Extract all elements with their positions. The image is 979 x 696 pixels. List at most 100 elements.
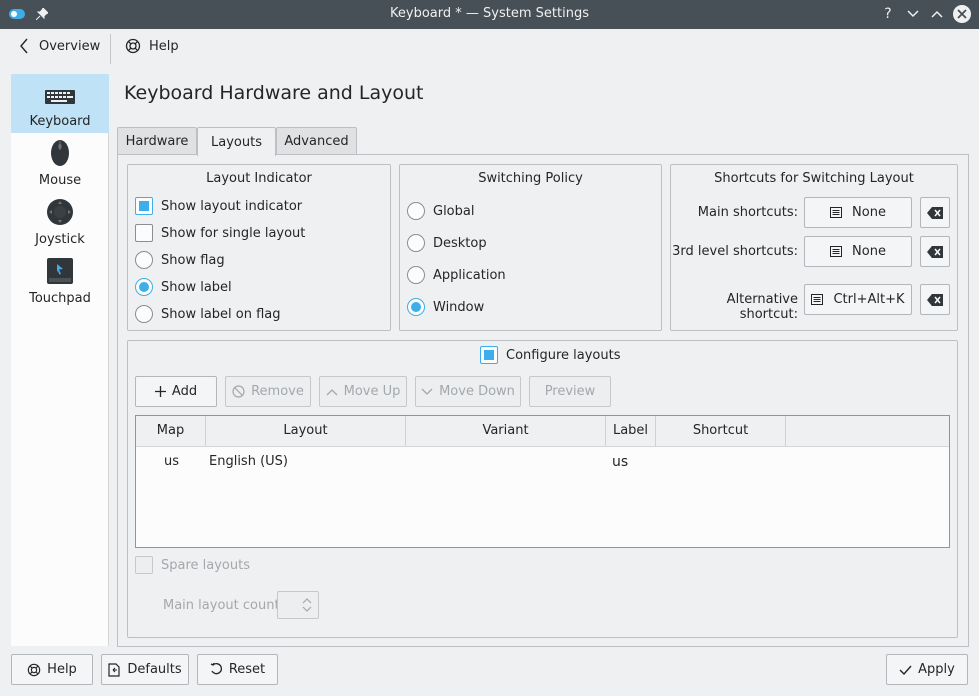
- remove-layout-button[interactable]: Remove: [225, 376, 311, 407]
- spare-layouts-checkbox[interactable]: Spare layouts: [135, 556, 250, 574]
- radio-label: Global: [433, 203, 475, 219]
- window-title: Keyboard * — System Settings: [390, 6, 589, 21]
- touchpad-icon: [47, 258, 73, 284]
- button-label: Move Up: [343, 384, 401, 399]
- column-header-label[interactable]: Label: [606, 416, 656, 446]
- help-toolbar-button[interactable]: Help: [125, 38, 179, 54]
- add-layout-button[interactable]: Add: [135, 376, 217, 407]
- button-label: Remove: [251, 384, 304, 399]
- undo-icon: [210, 663, 222, 675]
- button-label: Preview: [544, 384, 596, 399]
- configure-layouts-checkbox[interactable]: Configure layouts: [480, 346, 620, 364]
- group-title: Shortcuts for Switching Layout: [714, 171, 914, 186]
- tab-hardware[interactable]: Hardware: [117, 127, 197, 155]
- radio-label: Show label on flag: [161, 306, 281, 322]
- remove-icon: [232, 385, 245, 398]
- overview-button[interactable]: Overview: [19, 38, 100, 54]
- tab-label: Hardware: [125, 134, 189, 149]
- table-header: Map Layout Variant Label Shortcut: [136, 416, 949, 447]
- tab-label: Advanced: [284, 134, 349, 149]
- checkmark-icon: [899, 665, 912, 675]
- policy-desktop-radio[interactable]: Desktop: [407, 234, 487, 252]
- checkbox-box[interactable]: [135, 556, 153, 574]
- close-button[interactable]: [952, 4, 972, 24]
- column-header-layout[interactable]: Layout: [206, 416, 406, 446]
- joystick-icon: [47, 199, 73, 225]
- defaults-button[interactable]: Defaults: [101, 654, 189, 685]
- toolbar-divider: [110, 34, 111, 64]
- alternative-shortcut-button[interactable]: Ctrl+Alt+K: [804, 284, 912, 315]
- apply-button[interactable]: Apply: [886, 654, 968, 685]
- sidebar-item-touchpad[interactable]: Touchpad: [11, 251, 109, 310]
- toolbar: Overview Help: [0, 29, 979, 67]
- move-down-button[interactable]: Move Down: [415, 376, 521, 407]
- policy-window-radio[interactable]: Window: [407, 298, 484, 316]
- minimize-icon[interactable]: [903, 4, 923, 24]
- button-label: None: [852, 244, 886, 259]
- radio-label: Show flag: [161, 252, 225, 268]
- main-layout-count-spinbox[interactable]: [277, 591, 319, 619]
- radio-circle[interactable]: [135, 278, 153, 296]
- preview-button[interactable]: Preview: [529, 376, 611, 407]
- tab-label: Layouts: [211, 134, 262, 150]
- show-layout-indicator-checkbox[interactable]: Show layout indicator: [135, 197, 302, 215]
- group-title: Layout Indicator: [206, 171, 312, 186]
- mouse-icon: [51, 140, 69, 166]
- sidebar-item-keyboard[interactable]: Keyboard: [11, 74, 109, 133]
- checkbox-box[interactable]: [480, 346, 498, 364]
- backspace-icon: [927, 293, 943, 306]
- clear-third-level-shortcut-button[interactable]: [920, 236, 950, 267]
- help-button[interactable]: Help: [11, 654, 93, 685]
- maximize-icon[interactable]: [927, 4, 947, 24]
- show-label-on-flag-radio[interactable]: Show label on flag: [135, 305, 281, 323]
- radio-circle[interactable]: [407, 266, 425, 284]
- backspace-icon: [927, 245, 943, 258]
- help-toolbar-label: Help: [149, 38, 179, 54]
- column-header-variant[interactable]: Variant: [406, 416, 606, 446]
- radio-circle[interactable]: [407, 202, 425, 220]
- show-flag-radio[interactable]: Show flag: [135, 251, 225, 269]
- tab-layouts[interactable]: Layouts: [197, 127, 276, 156]
- button-label: None: [852, 205, 886, 220]
- list-icon: [830, 246, 843, 257]
- chevron-up-icon: [326, 388, 338, 395]
- cell-layout: English (US): [209, 454, 288, 469]
- spin-arrows-icon: [302, 598, 312, 612]
- column-header-map[interactable]: Map: [136, 416, 206, 446]
- reset-button[interactable]: Reset: [197, 654, 278, 685]
- checkbox-label: Show for single layout: [161, 225, 306, 241]
- checkbox-box[interactable]: [135, 197, 153, 215]
- move-up-button[interactable]: Move Up: [319, 376, 407, 407]
- radio-circle[interactable]: [135, 251, 153, 269]
- button-label: Add: [171, 384, 198, 399]
- clear-alternative-shortcut-button[interactable]: [920, 284, 950, 315]
- cell-label: us: [612, 454, 629, 470]
- radio-circle[interactable]: [407, 234, 425, 252]
- show-label-radio[interactable]: Show label: [135, 278, 232, 296]
- policy-global-radio[interactable]: Global: [407, 202, 474, 220]
- column-header-shortcut[interactable]: Shortcut: [656, 416, 786, 446]
- button-label: Reset: [228, 662, 266, 677]
- show-single-layout-checkbox[interactable]: Show for single layout: [135, 224, 305, 242]
- help-icon[interactable]: ?: [878, 4, 898, 24]
- main-layout-count-label: Main layout count:: [163, 598, 284, 613]
- sidebar-item-label: Mouse: [38, 173, 82, 188]
- layouts-table[interactable]: Map Layout Variant Label Shortcut us Eng…: [135, 415, 950, 548]
- policy-application-radio[interactable]: Application: [407, 266, 506, 284]
- clear-main-shortcut-button[interactable]: [920, 197, 950, 228]
- radio-circle[interactable]: [407, 298, 425, 316]
- sidebar-item-joystick[interactable]: Joystick: [11, 192, 109, 251]
- tab-advanced[interactable]: Advanced: [276, 127, 357, 155]
- checkbox-label: Spare layouts: [161, 557, 250, 573]
- button-label: Ctrl+Alt+K: [833, 292, 905, 307]
- checkbox-box[interactable]: [135, 224, 153, 242]
- radio-circle[interactable]: [135, 305, 153, 323]
- sidebar: Keyboard Mouse Joystick Touchpad: [11, 74, 109, 646]
- main-shortcuts-button[interactable]: None: [804, 197, 912, 228]
- sidebar-item-mouse[interactable]: Mouse: [11, 133, 109, 192]
- lifebuoy-icon: [27, 663, 41, 676]
- checkbox-label: Configure layouts: [506, 347, 621, 363]
- list-icon: [830, 207, 843, 218]
- third-level-shortcuts-button[interactable]: None: [804, 236, 912, 267]
- main-shortcuts-label: Main shortcuts:: [697, 205, 798, 220]
